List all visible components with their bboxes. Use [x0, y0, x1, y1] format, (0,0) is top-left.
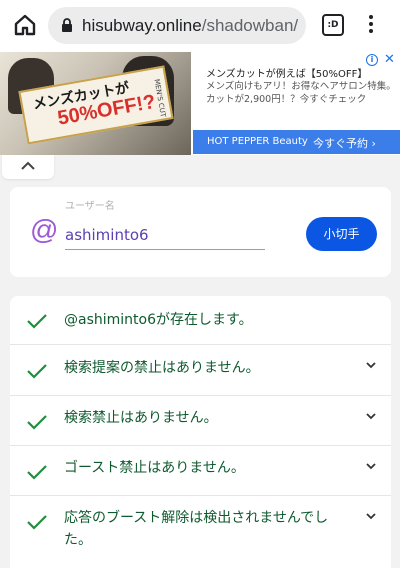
result-row-search-ban[interactable]: 検索禁止はありません。 [10, 396, 391, 446]
collapse-chevron-icon [21, 161, 35, 170]
url-text[interactable]: hisubway.online/shadowban/ [82, 16, 298, 36]
result-text: 応答のブースト解除は検出されませんでした。 [64, 510, 329, 548]
more-menu-icon[interactable] [366, 12, 376, 38]
ad-image[interactable]: メンズカットが 50%OFF!? MEN'S CUT [0, 52, 191, 155]
check-icon [27, 314, 47, 329]
chevron-down-icon[interactable] [366, 512, 376, 520]
result-row-ghost-ban[interactable]: ゴースト禁止はありません。 [10, 446, 391, 496]
chevron-down-icon[interactable] [366, 412, 376, 420]
ad-title[interactable]: メンズカットが例えば【50%OFF】 [206, 65, 367, 80]
result-text: 検索提案の禁止はありません。 [64, 360, 260, 376]
url-path: /shadowban/ [201, 16, 299, 35]
username-input[interactable] [65, 220, 265, 250]
chevron-down-icon[interactable] [366, 361, 376, 369]
check-icon [27, 465, 47, 480]
ad-description[interactable]: メンズ向けもアリ！お得なヘアサロン特集。カットが2,900円！？今すぐチェック [206, 80, 396, 106]
result-row-exists: @ashiminto6が存在します。 [10, 296, 391, 345]
check-button[interactable]: 小切手 [306, 217, 377, 251]
results-card: @ashiminto6が存在します。 検索提案の禁止はありません。 検索禁止はあ… [10, 296, 391, 568]
check-icon [27, 515, 47, 530]
result-text: 検索禁止はありません。 [64, 410, 218, 426]
result-row-reply-deboosting[interactable]: 応答のブースト解除は検出されませんでした。 [10, 496, 391, 568]
collapse-ad-button[interactable] [2, 155, 54, 179]
check-icon [27, 364, 47, 379]
ad-cta-bar[interactable]: HOT PEPPER Beauty 今すぐ予約 › [193, 130, 400, 154]
advertisement-banner[interactable]: メンズカットが 50%OFF!? MEN'S CUT メンズカットが例えば【50… [0, 52, 400, 155]
result-row-search-suggestion-ban[interactable]: 検索提案の禁止はありません。 [10, 345, 391, 396]
result-text: ゴースト禁止はありません。 [64, 460, 245, 476]
ad-info-icon[interactable]: i [366, 54, 378, 66]
tab-switcher-icon[interactable]: :D [322, 14, 344, 36]
browser-toolbar: hisubway.online/shadowban/ :D [0, 0, 400, 52]
result-text: @ashiminto6が存在します。 [64, 312, 253, 328]
url-bar[interactable]: hisubway.online/shadowban/ [48, 7, 306, 44]
ad-close-icon[interactable]: ✕ [384, 53, 395, 67]
check-icon [27, 415, 47, 430]
lock-icon[interactable] [61, 18, 73, 33]
home-icon[interactable] [12, 12, 38, 38]
username-label: ユーザー名 [65, 201, 115, 212]
at-icon: @ [30, 214, 59, 245]
username-form-card: ユーザー名 @ 小切手 [10, 187, 391, 277]
ad-brand: HOT PEPPER Beauty [207, 136, 308, 147]
url-domain: hisubway.online [82, 16, 202, 35]
ad-cta-button[interactable]: 今すぐ予約 › [313, 135, 376, 151]
chevron-down-icon[interactable] [366, 462, 376, 470]
